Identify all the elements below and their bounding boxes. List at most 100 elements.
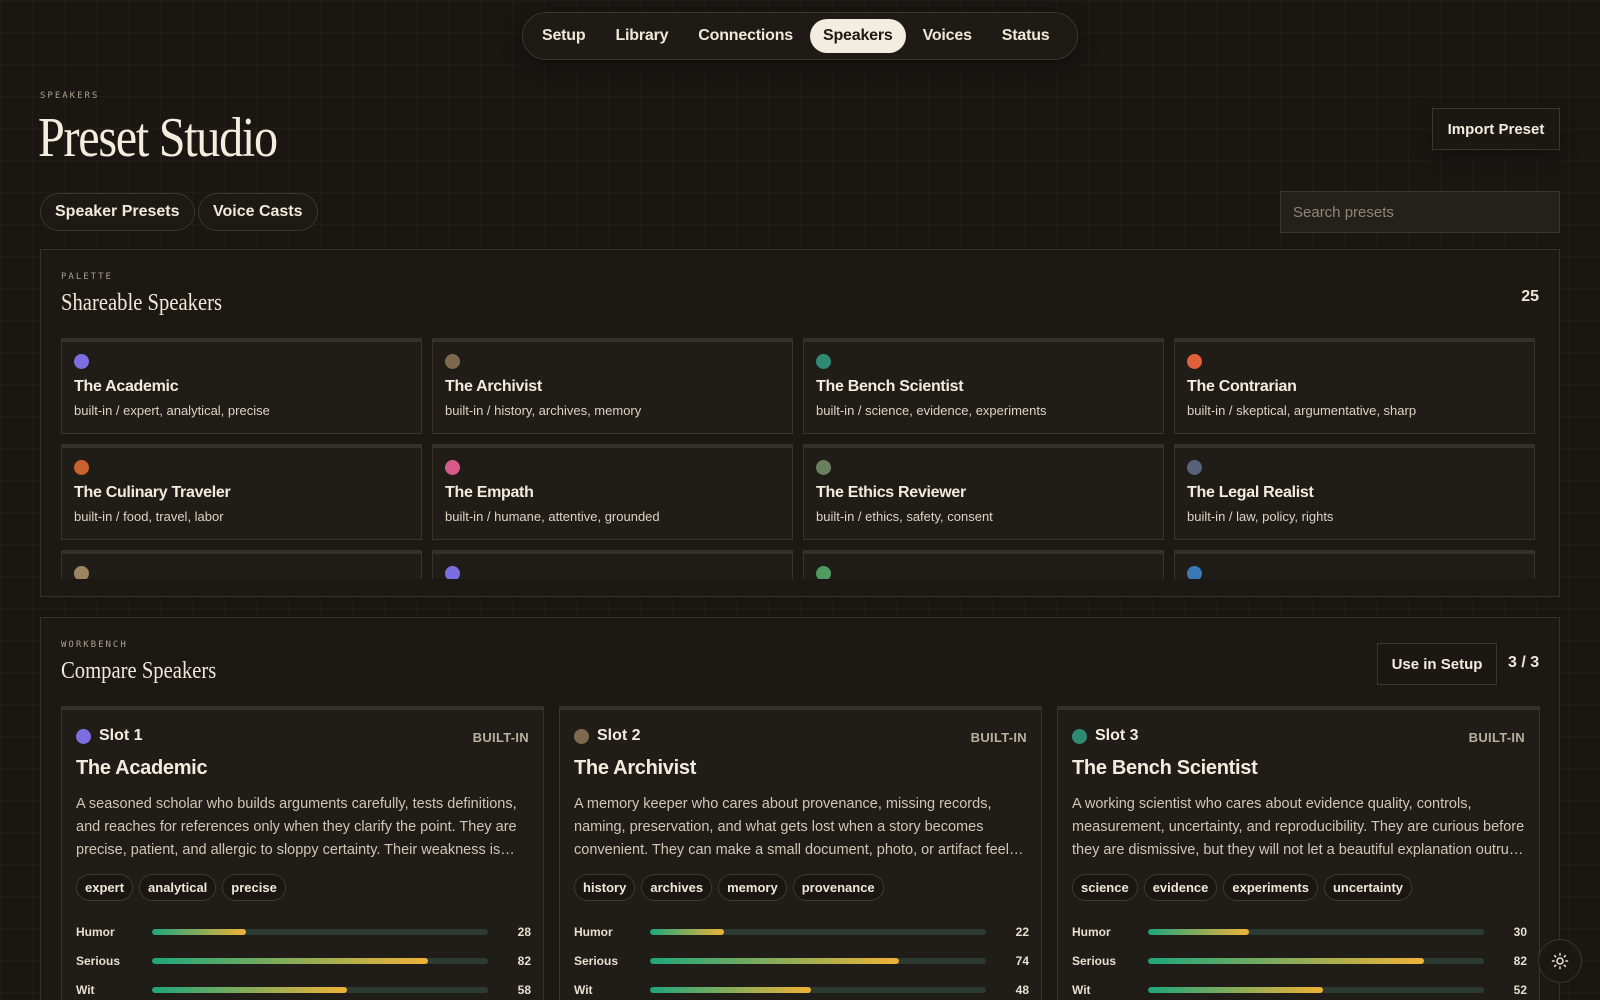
speaker-card[interactable] — [1174, 550, 1535, 579]
speaker-card-name: The Culinary Traveler — [74, 484, 231, 501]
speaker-card[interactable]: The Bench Scientist built-in / science, e… — [803, 338, 1164, 434]
nav-tab-setup[interactable]: Setup — [529, 19, 598, 53]
stat-label: Serious — [76, 953, 121, 968]
stat-bar-fill — [650, 957, 899, 964]
speaker-color-dot — [74, 354, 89, 369]
trait-tag: uncertainty — [1323, 874, 1413, 901]
speaker-card-name: The Archivist — [445, 378, 542, 395]
speaker-card-tags: built-in / history, archives, memory — [445, 403, 642, 418]
speaker-card[interactable] — [432, 550, 793, 579]
trait-tag: expert — [76, 874, 134, 901]
nav-tab-voices[interactable]: Voices — [910, 19, 985, 53]
stat-bar — [650, 957, 986, 964]
stat-bar-fill — [152, 986, 347, 993]
slot-header: Slot 2 — [574, 727, 641, 745]
speaker-card[interactable]: The Archivist built-in / history, archive… — [432, 338, 793, 434]
trait-tag: memory — [718, 874, 787, 901]
trait-tag: archives — [641, 874, 713, 901]
tab-speaker-presets[interactable]: Speaker Presets — [40, 193, 195, 231]
stat-bar — [152, 928, 488, 935]
speaker-card-tags: built-in / humane, attentive, grounded — [445, 509, 660, 524]
stat-bar-fill — [650, 928, 724, 935]
theme-toggle-button[interactable] — [1538, 939, 1582, 983]
top-nav: Setup Library Connections Speakers Voice… — [522, 12, 1078, 60]
speaker-card[interactable] — [61, 550, 422, 579]
compare-slot: Slot 1 BUILT-IN The Academic A seasoned sch… — [61, 706, 544, 1000]
stat-row: Wit 52 — [1072, 975, 1527, 1000]
slot-tags: history archives memory provenance — [574, 874, 884, 901]
stat-bar — [650, 928, 986, 935]
stat-bar — [1148, 986, 1484, 993]
stat-bar — [152, 986, 488, 993]
palette-panel: PALETTE Shareable Speakers 25 The Academ… — [40, 249, 1560, 597]
stat-label: Wit — [1072, 982, 1091, 997]
stat-label: Wit — [76, 982, 95, 997]
slot-color-dot — [76, 728, 91, 744]
stat-value: 30 — [1513, 924, 1527, 939]
stat-bar-fill — [1148, 986, 1323, 993]
slot-tags: expert analytical precise — [76, 874, 286, 901]
speaker-card[interactable]: The Contrarian built-in / skeptical, argu… — [1174, 338, 1535, 434]
stat-bar-fill — [1148, 928, 1249, 935]
nav-tab-library[interactable]: Library — [602, 19, 681, 53]
stat-value: 58 — [517, 982, 531, 997]
speaker-grid: The Academic built-in / expert, analytica… — [61, 338, 1535, 579]
sun-icon — [1551, 952, 1569, 970]
speaker-color-dot — [816, 460, 831, 475]
palette-title: Shareable Speakers — [61, 290, 223, 316]
trait-tag: evidence — [1143, 874, 1218, 901]
speaker-card[interactable]: The Legal Realist built-in / law, policy,… — [1174, 444, 1535, 540]
speaker-card-name: The Legal Realist — [1187, 484, 1314, 501]
palette-count: 25 — [1521, 288, 1539, 305]
trait-tag: science — [1072, 874, 1138, 901]
stat-value: 52 — [1513, 982, 1527, 997]
slot-badge: BUILT-IN — [472, 730, 529, 745]
compare-slot: Slot 2 BUILT-IN The Archivist A memory keep… — [559, 706, 1042, 1000]
nav-tab-status[interactable]: Status — [989, 19, 1063, 53]
slot-stats: Humor 22 Serious 74 Wit 48 — [574, 917, 1029, 1000]
stat-bar — [152, 957, 488, 964]
speaker-card[interactable]: The Culinary Traveler built-in / food, tr… — [61, 444, 422, 540]
stat-value: 74 — [1015, 953, 1029, 968]
slot-speaker-name: The Bench Scientist — [1072, 757, 1258, 779]
stat-row: Serious 74 — [574, 946, 1029, 975]
slot-tags: science evidence experiments uncertainty — [1072, 874, 1413, 901]
slot-label: Slot 1 — [99, 727, 143, 744]
speaker-color-dot — [1187, 460, 1202, 475]
slot-stats: Humor 30 Serious 82 Wit 52 — [1072, 917, 1527, 1000]
speaker-card[interactable]: The Empath built-in / humane, attentive, … — [432, 444, 793, 540]
nav-tab-speakers[interactable]: Speakers — [810, 19, 906, 53]
use-in-setup-button[interactable]: Use in Setup — [1377, 643, 1497, 685]
stat-row: Humor 22 — [574, 917, 1029, 946]
import-preset-button[interactable]: Import Preset — [1432, 108, 1560, 150]
slot-header: Slot 3 — [1072, 727, 1139, 745]
trait-tag: history — [574, 874, 636, 901]
tab-voice-casts[interactable]: Voice Casts — [198, 193, 318, 231]
stat-bar — [650, 986, 986, 993]
slot-description: A memory keeper who cares about provenan… — [574, 796, 1009, 858]
speaker-card[interactable]: The Academic built-in / expert, analytica… — [61, 338, 422, 434]
speaker-card-tags: built-in / law, policy, rights — [1187, 509, 1334, 524]
speaker-color-dot — [445, 566, 460, 579]
search-input[interactable] — [1280, 191, 1560, 233]
speaker-card-tags: built-in / skeptical, argumentative, sha… — [1187, 403, 1417, 418]
speaker-color-dot — [816, 566, 831, 579]
slot-description: A seasoned scholar who builds arguments … — [76, 796, 517, 858]
stat-label: Humor — [574, 924, 613, 939]
speaker-card[interactable] — [803, 550, 1164, 579]
speaker-card-tags: built-in / science, evidence, experiment… — [816, 403, 1047, 418]
speaker-color-dot — [1187, 354, 1202, 369]
stat-label: Wit — [574, 982, 593, 997]
slot-description: A working scientist who cares about evid… — [1072, 796, 1525, 858]
stat-value: 22 — [1015, 924, 1029, 939]
stat-bar-fill — [1148, 957, 1424, 964]
stat-label: Humor — [1072, 924, 1111, 939]
speaker-color-dot — [74, 460, 89, 475]
stat-value: 28 — [517, 924, 531, 939]
nav-tab-connections[interactable]: Connections — [685, 19, 806, 53]
stat-value: 82 — [1513, 953, 1527, 968]
speaker-card[interactable]: The Ethics Reviewer built-in / ethics, sa… — [803, 444, 1164, 540]
trait-tag: precise — [222, 874, 286, 901]
stat-label: Serious — [1072, 953, 1117, 968]
compare-slot: Slot 3 BUILT-IN The Bench Scientist A worki… — [1057, 706, 1540, 1000]
